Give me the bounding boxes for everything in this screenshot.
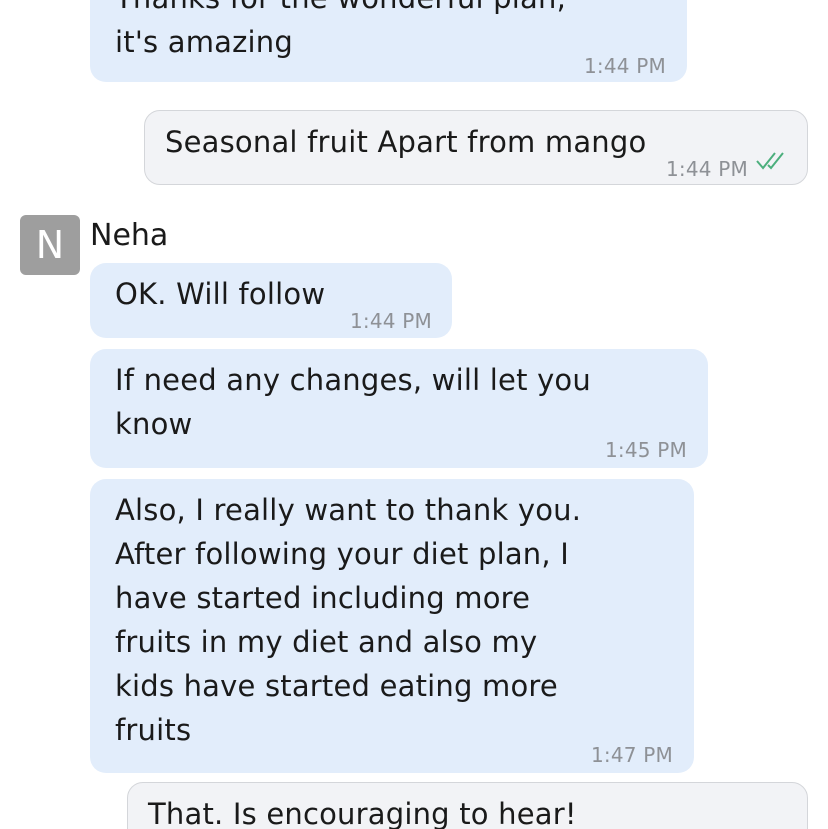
message-timestamp: 1:44 PM <box>584 54 666 78</box>
message-text: OK. Will follow <box>115 277 326 311</box>
sender-name: Neha <box>90 218 169 253</box>
message-timestamp: 1:44 PM <box>666 157 748 181</box>
message-timestamp: 1:44 PM <box>350 309 432 333</box>
message-text: Seasonal fruit Apart from mango <box>165 125 647 159</box>
message-bubble-incoming[interactable]: OK. Will follow 1:44 PM <box>90 263 452 338</box>
message-bubble-incoming[interactable]: If need any changes, will let you know 1… <box>90 349 708 468</box>
message-bubble-incoming[interactable]: Thanks for the wonderful plan, it's amaz… <box>90 0 687 82</box>
message-text: That. Is encouraging to hear! <box>148 797 577 829</box>
message-timestamp: 1:45 PM <box>605 438 687 462</box>
chat-thread: Thanks for the wonderful plan, it's amaz… <box>0 0 828 829</box>
double-check-icon <box>756 152 784 170</box>
message-bubble-outgoing[interactable]: Seasonal fruit Apart from mango 1:44 PM <box>144 110 808 185</box>
message-text: Also, I really want to thank you. After … <box>115 493 582 747</box>
message-text: If need any changes, will let you know <box>115 363 591 441</box>
message-bubble-incoming[interactable]: Also, I really want to thank you. After … <box>90 479 694 773</box>
avatar[interactable]: N <box>20 215 80 275</box>
message-timestamp: 1:47 PM <box>591 743 673 767</box>
message-text: Thanks for the wonderful plan, it's amaz… <box>115 0 566 59</box>
message-bubble-outgoing[interactable]: That. Is encouraging to hear! <box>127 782 808 829</box>
